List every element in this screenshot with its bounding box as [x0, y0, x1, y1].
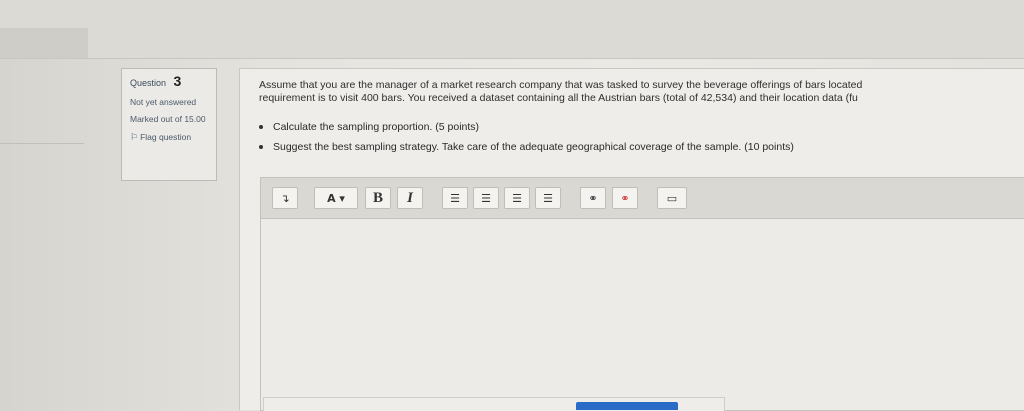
- bullet-icon: [259, 145, 263, 149]
- page-header-area: [0, 0, 1024, 59]
- ordered-list-icon: ☰: [481, 191, 491, 205]
- toolbar-toggle-button[interactable]: ↴: [272, 187, 298, 209]
- bold-button[interactable]: B: [365, 187, 391, 209]
- link-button[interactable]: ⚭: [580, 187, 606, 209]
- answer-editor: ↴ A ▾ B I ☰ ☰ ☰ ☰ ⚭ ⚭ ▭: [260, 177, 1024, 411]
- unordered-list-button[interactable]: ☰: [442, 187, 468, 209]
- marked-out-of: Marked out of 15.00: [130, 114, 206, 124]
- editor-toolbar: ↴ A ▾ B I ☰ ☰ ☰ ☰ ⚭ ⚭ ▭: [261, 178, 1024, 219]
- task-text: Suggest the best sampling strategy. Take…: [273, 141, 794, 153]
- nav-block: [0, 28, 88, 58]
- task-text: Calculate the sampling proportion. (5 po…: [273, 121, 480, 133]
- link-icon: ⚭: [588, 191, 598, 205]
- ordered-list-button[interactable]: ☰: [473, 187, 499, 209]
- question-text-line-2: requirement is to visit 400 bars. You re…: [259, 92, 858, 104]
- answer-state: Not yet answered: [130, 97, 197, 107]
- task-list: Calculate the sampling proportion. (5 po…: [259, 117, 794, 157]
- image-button[interactable]: ▭: [657, 187, 687, 209]
- list-item: Suggest the best sampling strategy. Take…: [259, 137, 794, 157]
- indent-icon: ☰: [543, 191, 553, 205]
- question-text-line-1: Assume that you are the manager of a mar…: [259, 79, 863, 91]
- bullet-icon: [259, 125, 263, 129]
- paragraph-style-button[interactable]: A ▾: [314, 187, 358, 209]
- outdent-icon: ☰: [512, 191, 522, 205]
- flag-question-link[interactable]: ⚐ Flag question: [130, 132, 208, 142]
- flag-label: Flag question: [140, 132, 192, 142]
- image-icon: ▭: [666, 191, 678, 205]
- question-number: 3: [173, 73, 182, 89]
- answer-text-area[interactable]: [261, 218, 1024, 410]
- submit-button[interactable]: [576, 402, 678, 410]
- toolbar-toggle-icon: ↴: [280, 191, 290, 205]
- unordered-list-icon: ☰: [450, 191, 460, 205]
- divider: [0, 143, 84, 144]
- question-text: Assume that you are the manager of a mar…: [259, 79, 1024, 105]
- italic-button[interactable]: I: [397, 187, 423, 209]
- italic-icon: I: [407, 189, 413, 206]
- unlink-icon: ⚭: [620, 191, 630, 205]
- unlink-button[interactable]: ⚭: [612, 187, 638, 209]
- question-content-panel: Assume that you are the manager of a mar…: [239, 68, 1024, 411]
- flag-icon: ⚐: [130, 132, 139, 142]
- paragraph-style-icon: A ▾: [327, 191, 345, 205]
- list-item: Calculate the sampling proportion. (5 po…: [259, 117, 794, 137]
- question-info-panel: Question 3 Not yet answered Marked out o…: [121, 68, 217, 181]
- indent-button[interactable]: ☰: [535, 187, 561, 209]
- bold-icon: B: [372, 189, 383, 206]
- outdent-button[interactable]: ☰: [504, 187, 530, 209]
- question-label: Question: [130, 78, 167, 88]
